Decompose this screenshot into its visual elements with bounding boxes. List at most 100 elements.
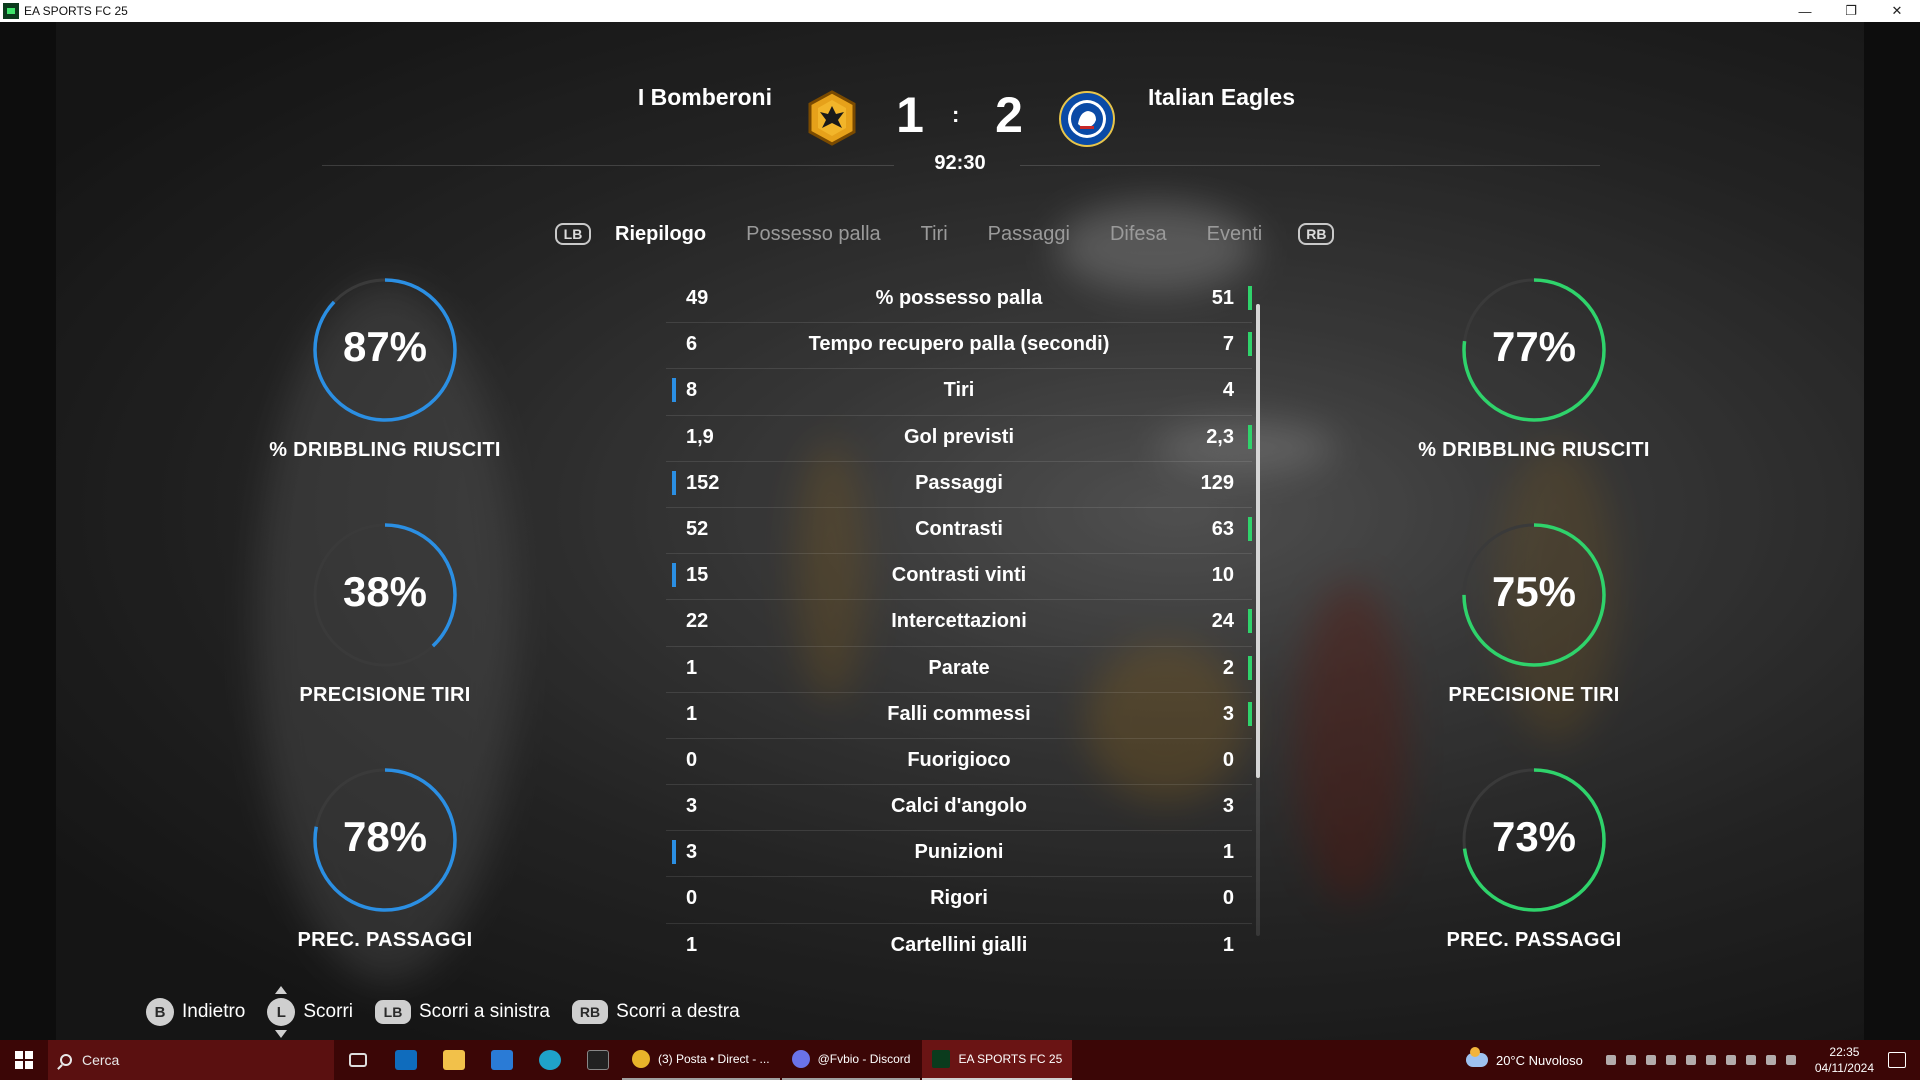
stat-row: 1 Cartellini gialli 1 [666,924,1252,960]
search-icon [60,1054,72,1066]
header-divider-left [322,165,894,166]
gauge-value: 38% [342,568,428,615]
tab-tiri[interactable]: Tiri [921,223,948,246]
gauge-label: PREC. PASSAGGI [297,929,473,951]
outlook-icon [395,1050,417,1070]
lion-crest-icon [1059,91,1115,147]
taskbar-search[interactable]: Cerca [48,1040,334,1080]
scroll-left-hint[interactable]: LB Scorri a sinistra [375,1000,550,1024]
window-controls: — ❐ ✕ [1782,0,1920,22]
gauge-label: PRECISIONE TIRI [1448,684,1620,706]
tray-icon[interactable] [1605,1055,1616,1065]
taskbar-app-discord[interactable]: @Fvbio - Discord [781,1040,921,1080]
file-explorer-button[interactable] [430,1040,478,1080]
controller-hints: B Indietro L Scorri LB Scorri a sinistra… [146,986,762,1038]
stat-row: 0 Fuorigioco 0 [666,739,1252,786]
taskbar-clock[interactable]: 22:35 04/11/2024 [1815,1044,1874,1076]
edge-button[interactable] [526,1040,574,1080]
scroll-right-hint[interactable]: RB Scorri a destra [571,1000,740,1024]
tray-icon[interactable] [1725,1055,1736,1065]
away-dribbling-gauge: 77% % DRIBBLING RIUSCITI [1404,275,1664,462]
gauge-value: 87% [342,323,428,370]
tray-icon[interactable] [1745,1055,1756,1065]
tab-difesa[interactable]: Difesa [1110,223,1167,246]
window-title: EA SPORTS FC 25 [24,4,128,18]
start-button[interactable] [0,1040,48,1080]
gauge-label: PRECISIONE TIRI [299,684,471,706]
task-view-icon [349,1053,367,1067]
store-button[interactable] [478,1040,526,1080]
terminal-button[interactable] [574,1040,622,1080]
b-button-icon: B [146,998,174,1026]
gauge-label: % DRIBBLING RIUSCITI [1418,439,1650,461]
away-stat-value: 51 [1211,287,1234,309]
rb-button-icon: RB [571,1000,609,1024]
taskbar-app-chrome[interactable]: (3) Posta • Direct - ... [622,1040,780,1080]
away-stat-value: 3 [1222,702,1234,725]
tray-icon[interactable] [1625,1055,1636,1065]
tray-icon[interactable] [1765,1055,1776,1065]
task-view-button[interactable] [334,1040,382,1080]
gauge-value: 77% [1491,323,1577,370]
scroll-hint[interactable]: L Scorri [267,986,353,1038]
stat-row: 8 Tiri 4 [666,369,1252,416]
stat-label: Passaggi [915,471,1003,494]
gauge-label: % DRIBBLING RIUSCITI [269,439,501,461]
tab-possesso-palla[interactable]: Possesso palla [746,223,881,246]
lb-bumper-button[interactable]: LB [555,223,591,245]
away-stat-value: 4 [1222,379,1234,402]
windows-logo-icon [15,1051,33,1069]
close-button[interactable]: ✕ [1874,0,1920,22]
tray-icon[interactable] [1645,1055,1656,1065]
store-icon [491,1050,513,1070]
back-hint[interactable]: B Indietro [146,998,245,1026]
notification-icon[interactable] [1888,1052,1906,1068]
stat-label: Cartellini gialli [890,933,1028,956]
away-shot-accuracy-gauge: 75% PRECISIONE TIRI [1404,520,1664,707]
rb-bumper-button[interactable]: RB [1298,223,1335,245]
stat-label: Punizioni [914,841,1004,864]
restore-button[interactable]: ❐ [1828,0,1874,22]
tab-eventi[interactable]: Eventi [1207,223,1263,246]
gauge-value: 73% [1491,813,1577,860]
stat-row: 49% possesso palla 51 [666,277,1252,324]
scroll-label: Scorri [303,1001,353,1022]
gauge-value: 78% [342,813,428,860]
stat-label: Tempo recupero palla (secondi) [808,333,1110,356]
home-team-name: I Bomberoni [637,84,772,110]
away-team-name: Italian Eagles [1148,84,1296,110]
tray-icon[interactable] [1705,1055,1716,1065]
score-separator: : [952,102,960,127]
tray-icon[interactable] [1785,1055,1796,1065]
tab-riepilogo[interactable]: Riepilogo [615,223,706,246]
stat-label: Contrasti [915,517,1003,540]
stats-scrollbar-thumb[interactable] [1256,304,1260,778]
home-score: 1 [896,87,924,143]
stat-row: 52 Contrasti 63 [666,508,1252,555]
away-pass-accuracy-gauge: 73% PREC. PASSAGGI [1404,765,1664,952]
tray-icons[interactable] [1601,1055,1801,1065]
clock-time: 22:35 [1829,1045,1860,1059]
outlook-button[interactable] [382,1040,430,1080]
away-stat-value: 2,3 [1206,425,1234,448]
stat-label: Calci d'angolo [891,795,1027,818]
scroll-left-label: Scorri a sinistra [419,1001,550,1022]
tray-icon[interactable] [1665,1055,1676,1065]
away-stat-value: 3 [1222,795,1234,818]
back-label: Indietro [182,1001,246,1022]
stat-label: Gol previsti [903,425,1015,448]
stat-label: Tiri [943,379,975,402]
gauge-value: 75% [1491,568,1577,615]
tab-passaggi[interactable]: Passaggi [988,223,1070,246]
taskbar-app-fc25[interactable]: EA SPORTS FC 25 [922,1040,1073,1080]
taskbar-app-label: (3) Posta • Direct - ... [658,1052,770,1066]
minimize-button[interactable]: — [1782,0,1828,22]
away-stat-value: 63 [1211,517,1234,540]
stat-row: 22 Intercettazioni 24 [666,600,1252,647]
tray-icon[interactable] [1685,1055,1696,1065]
scroll-right-label: Scorri a destra [616,1001,740,1022]
clock-date: 04/11/2024 [1814,1061,1874,1075]
weather-widget[interactable]: 20°C Nuvoloso [1465,1047,1583,1068]
cloud-icon [1465,1047,1488,1067]
stats-table[interactable]: 49% possesso palla 51 6 Tempo recupero pall… [666,277,1252,960]
